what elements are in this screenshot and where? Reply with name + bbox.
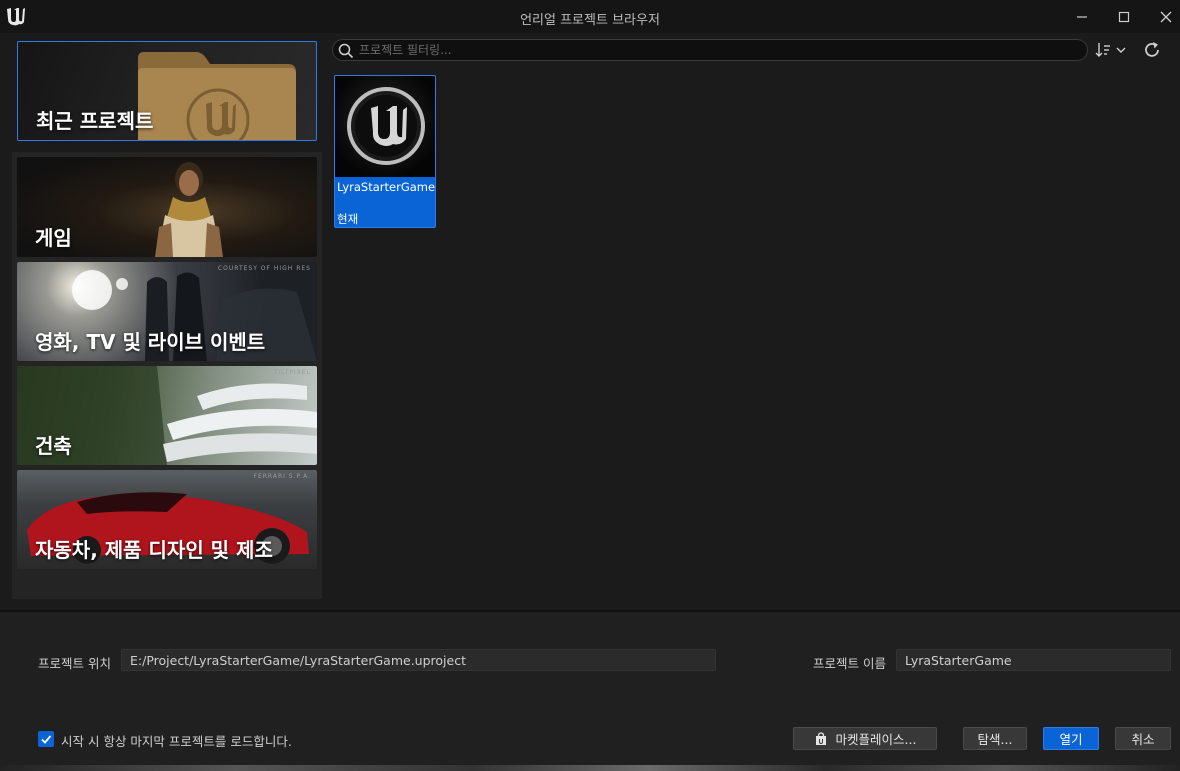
image-credit: COURTESY OF HIGH RES <box>217 265 311 272</box>
category-games[interactable]: 게임 <box>17 157 317 257</box>
search-icon <box>338 43 354 59</box>
project-card[interactable]: LyraStarterGame 현재 <box>334 75 436 228</box>
refresh-button[interactable] <box>1142 40 1162 60</box>
project-search-bar[interactable] <box>332 39 1088 61</box>
minimize-icon <box>1077 15 1087 18</box>
category-automotive[interactable]: FERRARI S.P.A. 자동차, 제품 디자인 및 제조 <box>17 470 317 569</box>
folder-icon <box>138 52 296 140</box>
load-last-project-label: 시작 시 항상 마지막 프로젝트를 로드합니다. <box>61 734 292 749</box>
marketplace-icon <box>815 731 826 745</box>
category-film-tv-live[interactable]: COURTESY OF HIGH RES 영화, TV 및 라이브 이벤트 <box>17 262 317 361</box>
browse-button[interactable]: 탐색... <box>963 727 1027 750</box>
title-bar: 언리얼 프로젝트 브라우저 <box>0 0 1180 33</box>
open-button[interactable]: 열기 <box>1043 727 1099 750</box>
checkmark-icon <box>41 735 52 744</box>
marketplace-button[interactable]: 마켓플레이스... <box>793 727 937 750</box>
close-icon <box>1160 11 1172 22</box>
project-name-field[interactable]: LyraStarterGame <box>896 649 1171 671</box>
close-button[interactable] <box>1146 0 1180 33</box>
category-architecture[interactable]: TILTPIXEL 건축 <box>17 366 317 465</box>
project-name-label: 프로젝트 이름 <box>813 656 886 671</box>
category-label: 게임 <box>35 226 72 250</box>
project-location-field[interactable]: E:/Project/LyraStarterGame/LyraStarterGa… <box>121 649 716 671</box>
marketplace-button-label: 마켓플레이스... <box>835 732 917 747</box>
project-name: LyraStarterGame <box>337 180 436 194</box>
image-credit: FERRARI S.P.A. <box>253 473 311 480</box>
category-label: 건축 <box>35 434 72 458</box>
minimize-button[interactable] <box>1062 0 1102 33</box>
category-label: 최근 프로젝트 <box>36 109 154 133</box>
chevron-down-icon <box>1116 47 1126 53</box>
cancel-button[interactable]: 취소 <box>1115 727 1171 750</box>
sort-icon <box>1095 43 1126 57</box>
project-thumbnail <box>335 76 435 177</box>
refresh-icon <box>1145 42 1159 57</box>
category-label: 영화, TV 및 라이브 이벤트 <box>35 330 266 354</box>
image-credit: TILTPIXEL <box>273 369 311 376</box>
window-title: 언리얼 프로젝트 브라우저 <box>520 13 660 28</box>
search-input[interactable] <box>359 40 1079 60</box>
unreal-logo-icon <box>347 87 425 165</box>
project-location-label: 프로젝트 위치 <box>38 656 111 671</box>
maximize-icon <box>1118 11 1130 22</box>
load-last-project-checkbox[interactable] <box>38 731 54 747</box>
sort-button[interactable] <box>1094 40 1128 60</box>
category-label: 자동차, 제품 디자인 및 제조 <box>35 538 273 562</box>
project-status: 현재 <box>337 212 359 226</box>
background-window-strip <box>0 765 1180 771</box>
category-recent-projects[interactable]: 최근 프로젝트 <box>17 41 317 141</box>
maximize-button[interactable] <box>1104 0 1144 33</box>
character-image <box>155 162 223 257</box>
